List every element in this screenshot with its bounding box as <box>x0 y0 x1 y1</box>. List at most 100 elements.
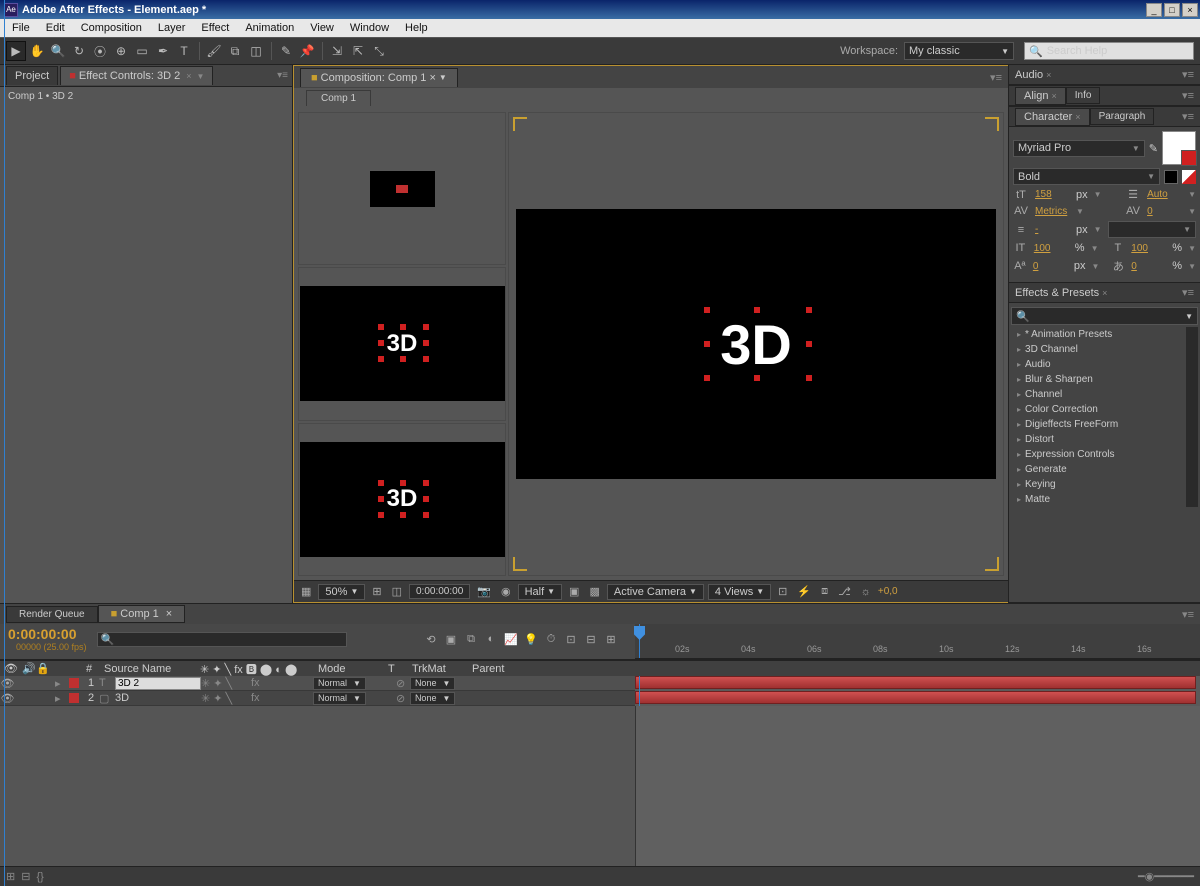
tab-character[interactable]: Character× <box>1015 108 1090 126</box>
timeline-search-input[interactable]: 🔍 <box>97 632 347 647</box>
tab-composition[interactable]: ■Composition: Comp 1×▼ <box>300 68 458 87</box>
frameblend-icon[interactable]: ⧉ <box>463 631 479 647</box>
zoom-slider[interactable]: ━◉━━━━━━ <box>1138 870 1194 883</box>
shy-icon[interactable]: ⟲ <box>423 631 439 647</box>
visibility-icon[interactable]: 👁 <box>0 677 15 690</box>
switch3-icon[interactable]: ⊞ <box>603 631 619 647</box>
menu-layer[interactable]: Layer <box>150 20 194 36</box>
camera-dropdown[interactable]: Active Camera▼ <box>607 584 704 600</box>
search-help-input[interactable]: 🔍Search Help <box>1024 42 1194 60</box>
subtab-comp1[interactable]: Comp 1 <box>306 90 371 106</box>
anchor-tool-icon[interactable]: ⊕ <box>111 41 131 61</box>
axis2-icon[interactable]: ⇱ <box>348 41 368 61</box>
effects-category[interactable]: ▸Audio <box>1011 357 1186 372</box>
workspace-dropdown[interactable]: My classic▼ <box>904 42 1014 60</box>
layer-clip[interactable] <box>635 691 1196 704</box>
fill-color-swatch[interactable] <box>1162 131 1196 165</box>
tab-paragraph[interactable]: Paragraph <box>1090 108 1155 125</box>
resolution-dropdown[interactable]: Half▼ <box>518 584 562 600</box>
panel-menu-icon[interactable]: ▾≡ <box>990 71 1002 84</box>
viewer-area[interactable]: 3D 3D 3D <box>294 108 1008 580</box>
axis-icon[interactable]: ⇲ <box>327 41 347 61</box>
tab-project[interactable]: Project <box>6 66 58 85</box>
brush-tool-icon[interactable]: 🖌 <box>204 41 224 61</box>
graph-icon[interactable]: 📈 <box>503 631 519 647</box>
panel-menu-icon[interactable]: ▾≡ <box>1182 89 1194 102</box>
pixel-icon[interactable]: ⊡ <box>775 584 790 599</box>
font-family-dropdown[interactable]: Myriad Pro▼ <box>1013 140 1145 157</box>
axis3-icon[interactable]: ⤡ <box>369 41 389 61</box>
effects-category[interactable]: ▸Distort <box>1011 432 1186 447</box>
label-color[interactable] <box>69 678 79 688</box>
effects-category[interactable]: ▸Expression Controls <box>1011 447 1186 462</box>
shape-tool-icon[interactable]: ▭ <box>132 41 152 61</box>
safezone-icon[interactable]: ⊞ <box>369 584 384 599</box>
visibility-icon[interactable]: 👁 <box>0 692 15 705</box>
switch1-icon[interactable]: ⊡ <box>563 631 579 647</box>
exposure-icon[interactable]: ☼ <box>858 585 874 599</box>
view-right[interactable]: 3D <box>298 423 506 576</box>
maximize-button[interactable]: □ <box>1164 3 1180 17</box>
menu-file[interactable]: File <box>4 20 38 36</box>
effects-list[interactable]: ▸* Animation Presets▸3D Channel▸Audio▸Bl… <box>1011 327 1198 507</box>
parent-dropdown[interactable]: None ▼ <box>410 677 455 690</box>
stamp-tool-icon[interactable]: ⧉ <box>225 41 245 61</box>
hand-tool-icon[interactable]: ✋ <box>27 41 47 61</box>
eyedropper-icon[interactable]: ✎ <box>1149 142 1158 155</box>
tab-timeline-comp1[interactable]: ■Comp 1× <box>98 605 186 623</box>
view-top[interactable] <box>298 112 506 265</box>
camera-tool-icon[interactable]: ⦿ <box>90 41 110 61</box>
layer-name-input[interactable] <box>115 677 201 690</box>
close-icon[interactable]: × <box>186 71 191 81</box>
effects-category[interactable]: ▸Color Correction <box>1011 402 1186 417</box>
motionblur-icon[interactable]: ◐ <box>483 631 499 647</box>
switch2-icon[interactable]: ⊟ <box>583 631 599 647</box>
kerning-value[interactable]: Metrics <box>1035 206 1070 217</box>
flow-icon[interactable]: ⎇ <box>835 584 854 599</box>
views-dropdown[interactable]: 4 Views▼ <box>708 584 771 600</box>
parent-dropdown[interactable]: None ▼ <box>410 692 455 705</box>
menu-composition[interactable]: Composition <box>73 20 150 36</box>
grid-icon[interactable]: ▦ <box>298 584 314 599</box>
stroke-swatch[interactable] <box>1164 170 1178 184</box>
snapshot-icon[interactable]: 📷 <box>474 584 494 599</box>
audio-panel-title[interactable]: Audio <box>1015 69 1043 81</box>
brainstorm-icon[interactable]: 💡 <box>523 631 539 647</box>
panel-menu-icon[interactable]: ▾≡ <box>1182 608 1194 621</box>
channel-icon[interactable]: ◉ <box>498 584 514 599</box>
label-color[interactable] <box>69 693 79 703</box>
rotate-tool-icon[interactable]: ↻ <box>69 41 89 61</box>
pin-tool-icon[interactable]: 📌 <box>297 41 317 61</box>
effects-category[interactable]: ▸Matte <box>1011 492 1186 507</box>
effects-panel-title[interactable]: Effects & Presets <box>1015 287 1099 299</box>
timeline-icon[interactable]: ⧈ <box>818 584 831 599</box>
effects-category[interactable]: ▸Keying <box>1011 477 1186 492</box>
layer-row[interactable]: 👁▸2▢3D✳ ✦ ╲fxNormal ▼⊘None ▼ <box>0 691 635 706</box>
effects-search-input[interactable]: 🔍▼ <box>1011 307 1198 325</box>
panel-menu-icon[interactable]: ▾≡ <box>1182 286 1194 299</box>
tab-align[interactable]: Align× <box>1015 87 1066 105</box>
layer-clip[interactable] <box>635 676 1196 689</box>
pen-tool-icon[interactable]: ✒ <box>153 41 173 61</box>
mask-icon[interactable]: ◫ <box>389 584 405 599</box>
panel-menu-icon[interactable]: ▾≡ <box>1182 110 1194 123</box>
effects-category[interactable]: ▸Channel <box>1011 387 1186 402</box>
effects-category[interactable]: ▸* Animation Presets <box>1011 327 1186 342</box>
playhead[interactable] <box>639 624 640 658</box>
toggle-in-out-icon[interactable]: {} <box>36 871 43 883</box>
menu-window[interactable]: Window <box>342 20 397 36</box>
font-style-dropdown[interactable]: Bold▼ <box>1013 168 1160 185</box>
zoom-dropdown[interactable]: 50%▼ <box>318 584 365 600</box>
autokey-icon[interactable]: ⏱ <box>543 631 559 647</box>
stroke-style-dropdown[interactable]: ▼ <box>1108 221 1196 238</box>
menu-help[interactable]: Help <box>397 20 436 36</box>
exposure-value[interactable]: +0,0 <box>878 586 898 597</box>
font-size-value[interactable]: 158 <box>1035 189 1070 200</box>
panel-menu-icon[interactable]: ▾≡ <box>277 70 288 81</box>
tab-render-queue[interactable]: Render Queue <box>6 606 98 623</box>
menu-edit[interactable]: Edit <box>38 20 73 36</box>
eraser-tool-icon[interactable]: ◫ <box>246 41 266 61</box>
blend-mode-dropdown[interactable]: Normal ▼ <box>313 677 366 690</box>
tab-info[interactable]: Info <box>1066 87 1101 104</box>
roto-tool-icon[interactable]: ✎ <box>276 41 296 61</box>
